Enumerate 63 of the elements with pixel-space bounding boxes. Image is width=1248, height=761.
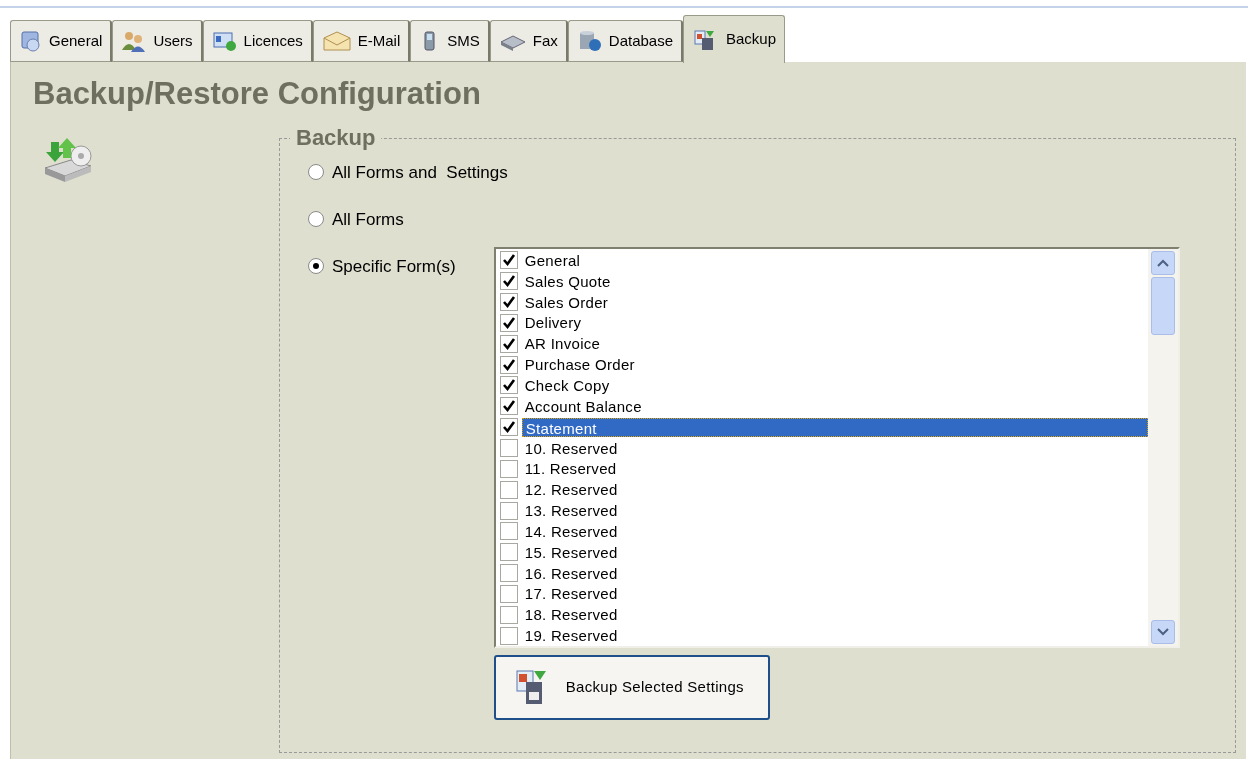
checkbox[interactable] <box>499 334 518 353</box>
checkbox[interactable] <box>499 272 518 291</box>
list-item[interactable]: 16. Reserved <box>521 563 1148 583</box>
page-title: Backup/Restore Configuration <box>32 75 482 113</box>
list-item[interactable]: AR Invoice <box>521 334 1148 354</box>
radio-button[interactable] <box>308 258 324 274</box>
tab[interactable]: E-Mail <box>312 20 411 62</box>
checkbox[interactable] <box>499 522 518 541</box>
tab[interactable]: Fax <box>489 20 568 62</box>
list-item[interactable]: Account Balance <box>521 396 1148 416</box>
list-item[interactable]: Sales Quote <box>521 271 1148 291</box>
checkbox[interactable] <box>499 501 518 520</box>
checkbox[interactable] <box>499 313 518 332</box>
checkbox[interactable] <box>499 605 518 624</box>
checkbox[interactable] <box>499 418 518 437</box>
list-item[interactable]: Check Copy <box>521 376 1148 395</box>
tab[interactable]: Database <box>567 20 683 62</box>
checkbox[interactable] <box>499 459 518 478</box>
radio-button[interactable] <box>308 164 324 180</box>
scroll-down-button[interactable] <box>1150 620 1175 644</box>
list-item[interactable]: 15. Reserved <box>521 542 1148 562</box>
tab[interactable]: General <box>10 20 113 62</box>
list-item[interactable]: Purchase Order <box>521 355 1148 375</box>
radio-label: Specific Form(s) <box>332 257 456 277</box>
checkbox[interactable] <box>499 543 518 562</box>
list-item[interactable]: 10. Reserved <box>521 438 1148 458</box>
checkbox[interactable] <box>499 376 518 395</box>
envelope-icon <box>321 30 352 52</box>
list-item[interactable]: Statement <box>521 417 1148 437</box>
id-card-icon <box>211 30 238 52</box>
tab[interactable]: Backup <box>683 15 786 63</box>
list-item[interactable]: 18. Reserved <box>521 605 1148 625</box>
checkbox[interactable] <box>499 439 518 457</box>
list-item[interactable]: 14. Reserved <box>521 521 1148 541</box>
scroll-up-button[interactable] <box>1150 251 1175 275</box>
backup-button[interactable]: Backup Selected Settings <box>493 655 770 720</box>
calendar-icon <box>19 30 43 52</box>
list-item[interactable]: Sales Order <box>521 292 1148 312</box>
chevron-up-icon <box>1156 259 1169 267</box>
radio-label: All Forms <box>332 210 404 230</box>
tab[interactable]: Licences <box>202 20 313 62</box>
checkbox[interactable] <box>499 584 518 603</box>
checkbox[interactable] <box>499 251 518 270</box>
list-item[interactable]: Delivery <box>521 313 1148 333</box>
checkbox[interactable] <box>499 626 518 645</box>
checkbox[interactable] <box>499 355 518 374</box>
list-item[interactable]: 12. Reserved <box>521 480 1148 500</box>
scrollbar-thumb[interactable] <box>1150 277 1175 335</box>
list-item[interactable]: 17. Reserved <box>521 584 1148 604</box>
list-item[interactable]: General <box>521 250 1148 270</box>
checkbox[interactable] <box>499 397 518 416</box>
radio-button[interactable] <box>308 211 324 227</box>
users-icon <box>121 30 148 52</box>
list-item[interactable]: 11. Reserved <box>521 459 1148 479</box>
tab[interactable]: SMS <box>410 20 490 62</box>
checkbox[interactable] <box>499 564 518 583</box>
list-item[interactable]: 13. Reserved <box>521 501 1148 521</box>
chevron-down-icon <box>1156 628 1169 636</box>
list-item[interactable]: 19. Reserved <box>521 626 1148 646</box>
radio-label: All Forms and Settings <box>332 163 508 183</box>
checkbox[interactable] <box>499 293 518 312</box>
tab[interactable]: Users <box>112 20 203 62</box>
checkbox[interactable] <box>499 480 518 499</box>
